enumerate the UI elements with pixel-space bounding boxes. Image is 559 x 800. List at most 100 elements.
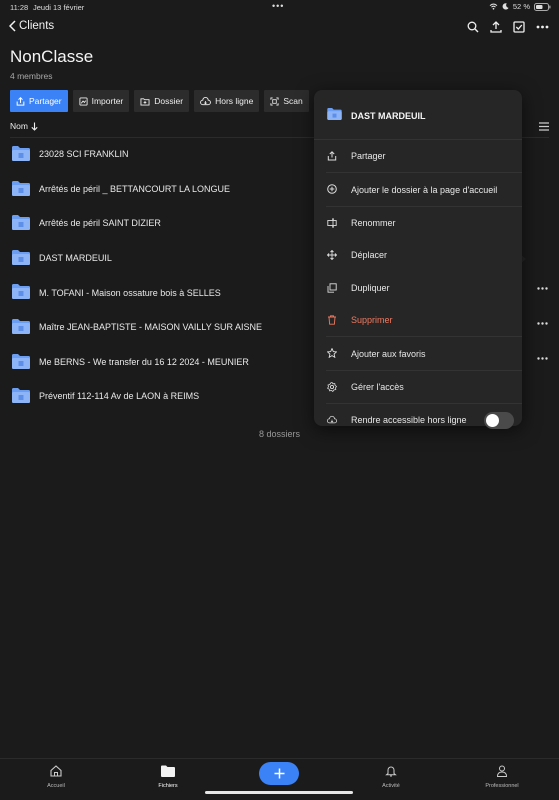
folder-icon <box>327 108 342 120</box>
more-horizontal-icon[interactable] <box>536 25 549 29</box>
duplicate-icon <box>327 282 337 293</box>
menu-item-move[interactable]: Déplacer <box>314 239 522 271</box>
upload-icon[interactable] <box>490 21 502 33</box>
menu-item-share[interactable]: Partager <box>314 140 522 172</box>
arrow-down-icon <box>31 122 38 131</box>
file-name: Me BERNS - We transfer du 16 12 2024 - M… <box>39 356 249 367</box>
menu-item-manage-access[interactable]: Gérer l'accès <box>314 371 522 403</box>
share-icon <box>16 96 25 106</box>
more-options-icon[interactable] <box>537 287 548 291</box>
page-title: NonClasse <box>10 47 94 66</box>
folder-plus-icon <box>140 97 150 106</box>
trash-icon <box>328 315 336 325</box>
add-button[interactable] <box>259 762 299 785</box>
tab-label: Accueil <box>47 783 65 789</box>
file-name: Préventif 112-114 Av de LAON à REIMS <box>39 391 200 402</box>
tab-files[interactable]: Fichiers <box>138 765 198 789</box>
cloud-download-icon <box>200 96 211 105</box>
home-icon <box>50 765 62 777</box>
file-name: M. TOFANI - Maison ossature bois à SELLE… <box>39 287 221 298</box>
sort-label: Nom <box>10 121 28 131</box>
new-folder-button[interactable]: Dossier <box>134 90 190 112</box>
scan-icon <box>270 96 279 106</box>
file-name: Arrêtés de péril SAINT DIZIER <box>39 218 161 229</box>
toggle-knob <box>486 414 499 428</box>
folder-filled-icon <box>161 765 175 777</box>
folder-icon <box>12 388 30 404</box>
menu-item-label: Partager <box>351 151 386 162</box>
import-button-label: Importer <box>91 96 124 106</box>
new-folder-button-label: Dossier <box>154 96 184 106</box>
person-icon <box>496 765 508 777</box>
import-button[interactable]: Importer <box>72 90 130 112</box>
navigation-bar: Clients <box>0 18 559 40</box>
menu-item-label: Ajouter le dossier à la page d'accueil <box>351 184 498 195</box>
folder-icon <box>12 146 30 161</box>
menu-item-label: Déplacer <box>351 250 388 261</box>
status-date: Jeudi 13 février <box>33 3 85 12</box>
folder-icon <box>12 353 30 369</box>
status-bar: 11:28 Jeudi 13 février ••• 52 % <box>0 0 559 14</box>
import-icon <box>79 96 88 106</box>
menu-item-duplicate[interactable]: Dupliquer <box>314 272 522 304</box>
menu-item-label: Renommer <box>351 217 396 228</box>
search-icon[interactable] <box>467 21 479 33</box>
wifi-icon <box>489 3 498 10</box>
context-menu: DAST MARDEUIL Partager Ajouter le dossie… <box>314 90 522 430</box>
folder-icon <box>12 215 30 231</box>
battery-percent: 52 % <box>512 2 530 11</box>
scan-button[interactable]: Scan <box>264 90 309 112</box>
bell-icon <box>385 766 397 777</box>
context-menu-header: DAST MARDEUIL <box>314 90 522 140</box>
status-indicators: 52 % <box>489 2 551 11</box>
menu-item-rename[interactable]: Renommer <box>314 207 522 239</box>
list-view-icon[interactable] <box>539 122 549 131</box>
back-label: Clients <box>19 20 55 32</box>
folder-icon <box>12 249 30 265</box>
menu-item-favorite[interactable]: Ajouter aux favoris <box>314 337 522 369</box>
menu-item-label: Gérer l'accès <box>351 381 404 392</box>
offline-toggle[interactable] <box>484 412 514 430</box>
plus-icon <box>274 768 284 779</box>
tab-home[interactable]: Accueil <box>26 765 86 789</box>
tab-label: Activité <box>382 783 400 789</box>
chevron-left-icon <box>9 20 16 32</box>
menu-item-add-to-home[interactable]: Ajouter le dossier à la page d'accueil <box>314 173 522 205</box>
menu-item-label: Dupliquer <box>351 282 390 293</box>
share-icon <box>327 151 337 161</box>
folder-icon <box>12 180 30 196</box>
rename-icon <box>327 218 337 228</box>
home-indicator[interactable] <box>205 791 353 794</box>
back-button[interactable]: Clients <box>9 20 54 32</box>
menu-item-label: Rendre accessible hors ligne <box>351 415 467 426</box>
nav-actions <box>467 21 549 33</box>
offline-icon <box>327 416 337 424</box>
tab-label: Fichiers <box>158 783 178 789</box>
context-menu-title: DAST MARDEUIL <box>351 111 426 121</box>
scan-button-label: Scan <box>283 96 303 106</box>
offline-button-label: Hors ligne <box>215 96 254 106</box>
move-icon <box>327 250 337 261</box>
more-options-icon[interactable] <box>537 356 548 360</box>
members-count: 4 membres <box>10 71 53 81</box>
sort-by-name[interactable]: Nom <box>10 121 38 131</box>
share-button[interactable]: Partager <box>10 90 68 112</box>
menu-item-label: Supprimer <box>351 315 393 326</box>
more-options-icon[interactable] <box>537 322 548 325</box>
action-toolbar: Partager Importer Dossier Hors ligne Sca… <box>10 90 309 112</box>
multitask-dots[interactable]: ••• <box>272 1 284 11</box>
menu-item-delete[interactable]: Supprimer <box>314 304 522 336</box>
tab-activity[interactable]: Activité <box>361 765 421 789</box>
file-name: Maître JEAN-BAPTISTE - MAISON VAILLY SUR… <box>39 322 263 333</box>
menu-item-offline[interactable]: Rendre accessible hors ligne <box>314 404 522 436</box>
tab-label: Professionnel <box>485 783 519 789</box>
offline-button[interactable]: Hors ligne <box>194 90 260 112</box>
menu-item-label: Ajouter aux favoris <box>351 348 426 359</box>
select-checkbox-icon[interactable] <box>513 21 525 33</box>
file-name: 23028 SCI FRANKLIN <box>39 149 129 160</box>
battery-icon <box>534 2 551 11</box>
tab-professional[interactable]: Professionnel <box>472 765 532 789</box>
status-time: 11:28 <box>10 3 29 12</box>
plus-circle-icon <box>327 184 337 195</box>
folder-icon <box>12 318 30 334</box>
